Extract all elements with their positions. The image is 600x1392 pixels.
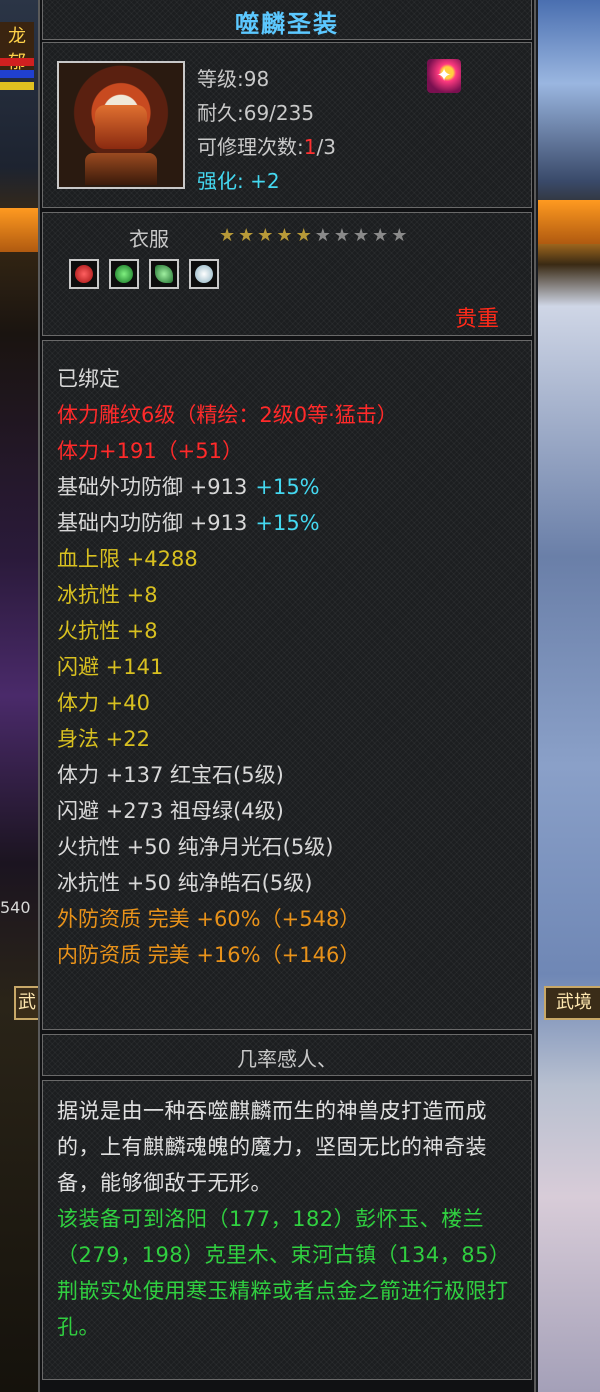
- gem-slot-moonstone-icon[interactable]: [149, 259, 179, 289]
- stat-text: 基础内功防御 +913: [57, 511, 248, 535]
- stat-text: 闪避 +273 祖母绿(4级): [57, 799, 284, 823]
- stat-line: 闪避 +141: [57, 651, 163, 681]
- stat-text: 血上限 +4288: [57, 547, 198, 571]
- stat-line: 体力 +137 红宝石(5级): [57, 759, 284, 789]
- flavor-title: 几率感人、: [237, 1047, 337, 1071]
- stat-line: 已绑定: [57, 363, 120, 393]
- stat-text: 冰抗性 +8: [57, 583, 158, 607]
- bg-number: 540: [0, 898, 31, 917]
- item-durability: 耐久:69/235: [197, 101, 315, 125]
- stat-text: 体力 +40: [57, 691, 150, 715]
- stat-text: 体力雕纹6级（精绘：2级0等·猛击）: [57, 403, 398, 427]
- stat-text: 闪避 +141: [57, 655, 164, 679]
- item-level: 等级:98: [197, 67, 270, 91]
- star-rating: ★★★★★★★★★★: [219, 225, 410, 246]
- star-empty-icon: ★: [391, 225, 411, 246]
- stat-text: 基础外功防御 +913: [57, 475, 248, 499]
- item-category: 衣服: [129, 227, 169, 251]
- martial-button-right[interactable]: 武境: [544, 986, 600, 1020]
- stat-line: 基础内功防御 +913 +15%: [57, 507, 320, 537]
- item-enhance: 强化: +2: [197, 169, 280, 193]
- star-empty-icon: ★: [314, 225, 334, 246]
- hp-bar: [0, 58, 34, 66]
- stat-text: 外防资质 完美 +60%（+548）: [57, 907, 361, 931]
- stat-line: 闪避 +273 祖母绿(4级): [57, 795, 284, 825]
- frame-strip-right: [538, 200, 600, 244]
- flavor-section: 几率感人、: [42, 1034, 532, 1076]
- item-rarity: 贵重: [454, 307, 499, 332]
- item-stats-section: 已绑定体力雕纹6级（精绘：2级0等·猛击） 体力+191（+51） 基础外功防御 +…: [42, 340, 532, 1030]
- stat-text: 火抗性 +50 纯净月光石(5级): [57, 835, 334, 859]
- item-description-block: 据说是由一种吞噬麒麟而生的神兽皮打造而成的，上有麒麟魂魄的魔力，坚固无比的神奇装…: [57, 1093, 523, 1345]
- stat-line: 体力 +40: [57, 687, 150, 717]
- stat-line: 火抗性 +50 纯净月光石(5级): [57, 831, 333, 861]
- portrait-armor: [85, 153, 157, 185]
- repair-prefix: 可修理次数:: [197, 135, 304, 159]
- star-empty-icon: ★: [372, 225, 392, 246]
- stat-text: 火抗性 +8: [57, 619, 158, 643]
- item-category-section: 衣服 ★★★★★★★★★★ 贵重: [42, 212, 532, 336]
- star-empty-icon: ★: [352, 225, 373, 246]
- martial-button-left[interactable]: 武: [14, 986, 40, 1020]
- stat-line: 基础外功防御 +913 +15%: [57, 471, 320, 501]
- stat-bonus: +15%: [255, 475, 320, 499]
- star-filled-icon: ★: [257, 225, 277, 246]
- item-info-section: 等级:98 耐久:69/235 可修理次数:1/3 强化: +2 ✦: [42, 42, 532, 208]
- item-portrait: [57, 61, 185, 189]
- stat-bonus: +15%: [255, 511, 320, 535]
- stat-text: 已绑定: [57, 367, 120, 391]
- portrait-mask: [95, 105, 147, 149]
- gem-slot-emerald-icon[interactable]: [109, 259, 139, 289]
- player-name-fragment: 龙郁: [0, 22, 34, 74]
- star-empty-icon: ★: [333, 225, 353, 246]
- stat-text: 身法 +22: [57, 727, 150, 751]
- stat-line: 外防资质 完美 +60%（+548）: [57, 903, 360, 933]
- stat-text: 冰抗性 +50 纯净皓石(5级): [57, 871, 313, 895]
- flame-badge-icon: ✦: [427, 59, 461, 93]
- stat-line: 冰抗性 +8: [57, 579, 158, 609]
- stat-line: 身法 +22: [57, 723, 150, 753]
- rage-bar: [0, 82, 34, 90]
- star-filled-icon: ★: [219, 225, 239, 246]
- tooltip-title-bar: 噬麟圣装: [42, 0, 532, 40]
- item-name: 噬麟圣装: [235, 10, 339, 38]
- star-filled-icon: ★: [295, 225, 315, 246]
- stat-line: 冰抗性 +50 纯净皓石(5级): [57, 867, 312, 897]
- frame-strip-left: [0, 208, 40, 252]
- stat-line: 体力+191（+51）: [57, 435, 243, 465]
- repair-total: /3: [316, 135, 336, 159]
- star-filled-icon: ★: [276, 225, 296, 246]
- stat-line: 火抗性 +8: [57, 615, 158, 645]
- gem-slot-ruby-icon[interactable]: [69, 259, 99, 289]
- item-repair-count: 可修理次数:1/3: [197, 131, 336, 160]
- item-description: 据说是由一种吞噬麒麟而生的神兽皮打造而成的，上有麒麟魂魄的魔力，坚固无比的神奇装…: [57, 1099, 487, 1195]
- stat-line: 体力雕纹6级（精绘：2级0等·猛击）: [57, 399, 398, 429]
- stat-line: 血上限 +4288: [57, 543, 198, 573]
- description-section: 据说是由一种吞噬麒麟而生的神兽皮打造而成的，上有麒麟魂魄的魔力，坚固无比的神奇装…: [42, 1080, 532, 1380]
- star-filled-icon: ★: [238, 225, 258, 246]
- repair-used: 1: [303, 135, 317, 159]
- gem-slot-jade-icon[interactable]: [189, 259, 219, 289]
- stat-text: 体力+191（+51）: [57, 439, 243, 463]
- stat-line: 内防资质 完美 +16%（+146）: [57, 939, 360, 969]
- item-hint: 该装备可到洛阳（177，182）彭怀玉、楼兰（279，198）克里木、束河古镇（…: [57, 1207, 511, 1339]
- stat-text: 内防资质 完美 +16%（+146）: [57, 943, 361, 967]
- item-tooltip: 噬麟圣装 等级:98 耐久:69/235 可修理次数:1/3 强化: +2 ✦ …: [38, 0, 536, 1392]
- mp-bar: [0, 70, 34, 78]
- stat-text: 体力 +137 红宝石(5级): [57, 763, 284, 787]
